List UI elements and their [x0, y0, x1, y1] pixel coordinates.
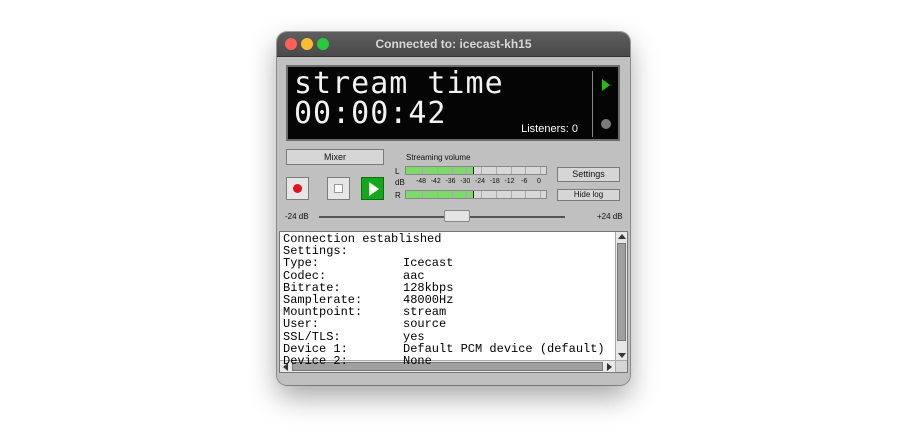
record-icon [293, 184, 302, 193]
meter-tick [422, 167, 423, 174]
meter-scale-label: 0 [537, 178, 541, 185]
meter-scale-label: -30 [460, 178, 471, 185]
log-line: SSL/TLS: yes [283, 331, 425, 343]
meter-scale-label: -18 [489, 178, 500, 185]
log-line: Device 2: None [283, 354, 432, 368]
hide-log-button[interactable]: Hide log [557, 189, 620, 201]
log-value: Icecast [403, 256, 454, 271]
meter-tick [510, 191, 512, 198]
meter-tick [436, 191, 438, 198]
volume-min-label: -24 dB [285, 212, 309, 221]
meter-left-label: L [395, 167, 400, 176]
meter-scale-label: -12 [504, 178, 515, 185]
app-window: Connected to: icecast-kh15 stream time 0… [277, 32, 630, 385]
stream-time-readout: 00:00:42 [294, 96, 447, 131]
log-value: yes [403, 329, 425, 344]
meter-tick [451, 167, 453, 174]
meter-tick [540, 191, 541, 198]
scroll-corner [615, 360, 627, 372]
display-line-1: stream time [294, 66, 504, 101]
meter-tick [481, 167, 482, 174]
stop-icon [334, 184, 343, 193]
meter-scale-label: -24 [474, 178, 486, 185]
log-value: Default PCM device (default) [403, 341, 605, 356]
status-led-icon [601, 119, 611, 129]
volume-max-label: +24 dB [597, 212, 623, 221]
log-key: Device 2: [283, 354, 348, 368]
meter-tick [495, 167, 497, 174]
meter-peak-marker [472, 191, 474, 198]
log-value: 128kbps [403, 280, 454, 295]
play-icon [369, 182, 379, 196]
meter-tick [436, 167, 438, 174]
volume-slider-track[interactable] [319, 216, 565, 218]
log-line: Settings: [283, 245, 348, 257]
scroll-right-arrow-icon[interactable] [607, 363, 612, 371]
meter-peak-marker [472, 167, 474, 174]
scroll-up-arrow-icon[interactable] [618, 234, 626, 239]
meter-tick [466, 167, 468, 174]
mixer-button[interactable]: Mixer [286, 149, 384, 165]
scroll-down-arrow-icon[interactable] [618, 353, 626, 358]
meter-tick [540, 167, 541, 174]
title-bar: Connected to: icecast-kh15 [277, 32, 630, 57]
log-line: User: source [283, 318, 446, 330]
display-divider [592, 71, 593, 137]
meter-db-label: dB [395, 178, 405, 187]
log-line: Mountpoint: stream [283, 306, 446, 318]
vertical-scrollbar[interactable] [615, 232, 627, 360]
left-level-meter [405, 166, 547, 175]
listeners-count: Listeners: 0 [521, 123, 578, 135]
status-display: stream time 00:00:42 Listeners: 0 [286, 65, 620, 141]
meter-tick [495, 191, 497, 198]
meter-scale-label: -6 [521, 178, 528, 185]
log-value: source [403, 317, 447, 332]
meter-tick [510, 167, 512, 174]
left-level-fill [406, 167, 473, 174]
meter-right-label: R [395, 191, 401, 200]
log-line: Type: Icecast [283, 257, 453, 269]
meter-tick [481, 191, 482, 198]
record-button[interactable] [286, 177, 309, 200]
window-title: Connected to: icecast-kh15 [375, 37, 532, 51]
log-line: Bitrate: 128kbps [283, 282, 453, 294]
meter-tick [451, 191, 453, 198]
right-level-meter [405, 190, 547, 199]
vertical-scroll-thumb[interactable] [617, 243, 626, 341]
settings-button[interactable]: Settings [557, 167, 620, 182]
meter-scale-label: -36 [445, 178, 456, 185]
log-area[interactable]: Connection established Settings: Type: Icec… [279, 231, 628, 373]
log-value: stream [403, 305, 447, 320]
volume-slider-thumb[interactable] [443, 210, 470, 222]
right-level-fill [406, 191, 473, 198]
log-value: 48000Hz [403, 293, 454, 307]
log-line: Samplerate: 48000Hz [283, 294, 453, 306]
meter-tick [525, 167, 527, 174]
log-line: Codec: aac [283, 270, 425, 282]
stop-button[interactable] [327, 177, 350, 200]
meter-scale: -48 -42 -36 -30 -24 -18 -12 -6 0 [405, 178, 547, 188]
meter-scale-label: -48 [415, 178, 427, 185]
log-line: Connection established [283, 233, 441, 245]
play-button[interactable] [361, 177, 384, 200]
streaming-volume-title: Streaming volume [406, 153, 471, 162]
streaming-indicator-icon [602, 79, 610, 91]
meter-scale-label: -42 [430, 178, 441, 185]
log-value: aac [403, 268, 425, 283]
log-line: Device 1: Default PCM device (default) [283, 343, 605, 355]
meter-tick [525, 191, 527, 198]
meter-tick [466, 191, 468, 198]
log-value: None [403, 354, 432, 368]
meter-tick [422, 191, 423, 198]
